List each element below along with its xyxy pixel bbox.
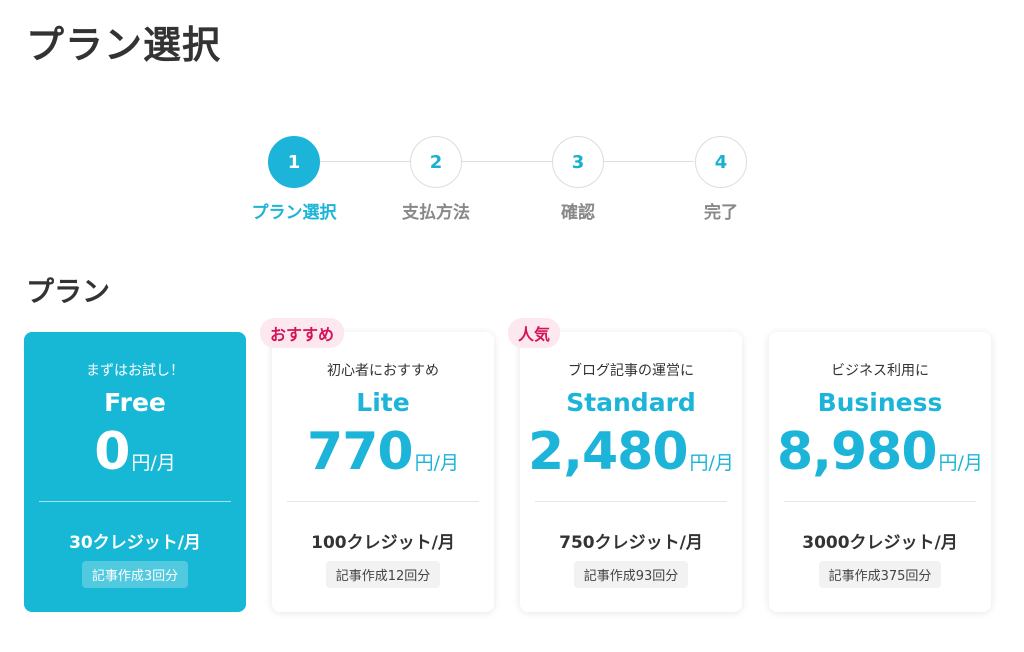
plan-tagline: ブログ記事の運営に xyxy=(568,363,694,379)
step-number: 1 xyxy=(268,136,320,188)
divider xyxy=(39,501,231,502)
price-amount: 0 xyxy=(94,422,130,482)
plan-articles: 記事作成93回分 xyxy=(573,561,689,588)
step-number: 4 xyxy=(695,136,747,188)
plan-articles: 記事作成12回分 xyxy=(325,561,441,588)
plan-tagline: まずはお試し！ xyxy=(86,363,184,379)
step-indicator: 1 プラン選択 2 支払方法 3 確認 4 完了 xyxy=(0,136,1024,226)
step-plan-selection: 1 プラン選択 xyxy=(234,136,354,223)
price-amount: 8,980 xyxy=(777,422,937,482)
recommended-badge: おすすめ xyxy=(260,318,345,348)
step-label: 確認 xyxy=(561,203,595,223)
plan-card-free[interactable]: まずはお試し！ Free 0 円/月 30クレジット/月 記事作成3回分 xyxy=(24,332,246,612)
plan-card-lite[interactable]: おすすめ 初心者におすすめ Lite 770 円/月 100クレジット/月 記事… xyxy=(260,318,494,612)
plan-price: 2,480 円/月 xyxy=(520,421,742,483)
price-unit: 円/月 xyxy=(938,452,983,474)
plan-price: 8,980 円/月 xyxy=(769,421,991,483)
plan-price: 770 円/月 xyxy=(272,421,494,483)
plan-articles: 記事作成375回分 xyxy=(818,561,942,588)
plan-credits: 3000クレジット/月 xyxy=(802,533,958,553)
plan-price: 0 円/月 xyxy=(24,421,246,483)
plan-credits: 100クレジット/月 xyxy=(311,533,455,553)
price-amount: 770 xyxy=(307,422,414,482)
plan-name: Lite xyxy=(356,388,410,417)
popular-badge: 人気 xyxy=(508,318,561,348)
plan-card-standard[interactable]: 人気 ブログ記事の運営に Standard 2,480 円/月 750クレジット… xyxy=(508,318,742,612)
plan-name: Standard xyxy=(566,388,696,417)
plan-credits: 30クレジット/月 xyxy=(69,533,201,553)
divider xyxy=(784,501,976,502)
step-number: 2 xyxy=(410,136,462,188)
step-label: プラン選択 xyxy=(251,203,337,223)
price-unit: 円/月 xyxy=(414,452,459,474)
step-number: 3 xyxy=(552,136,604,188)
step-complete: 4 完了 xyxy=(661,136,781,223)
step-label: 支払方法 xyxy=(402,203,470,223)
plan-tagline: 初心者におすすめ xyxy=(327,363,439,379)
plan-tagline: ビジネス利用に xyxy=(831,363,929,379)
price-unit: 円/月 xyxy=(689,452,734,474)
plan-articles: 記事作成3回分 xyxy=(81,561,189,588)
step-payment-method: 2 支払方法 xyxy=(376,136,496,223)
divider xyxy=(287,501,479,502)
plans-section-title: プラン xyxy=(26,275,111,308)
divider xyxy=(535,501,727,502)
price-unit: 円/月 xyxy=(131,452,176,474)
plan-name: Business xyxy=(817,388,943,417)
price-amount: 2,480 xyxy=(528,422,688,482)
step-label: 完了 xyxy=(704,203,738,223)
plan-name: Free xyxy=(104,388,166,417)
plan-card-business[interactable]: ビジネス利用に Business 8,980 円/月 3000クレジット/月 記… xyxy=(769,332,991,612)
plan-credits: 750クレジット/月 xyxy=(559,533,703,553)
step-confirm: 3 確認 xyxy=(518,136,638,223)
page-title: プラン選択 xyxy=(26,23,222,67)
